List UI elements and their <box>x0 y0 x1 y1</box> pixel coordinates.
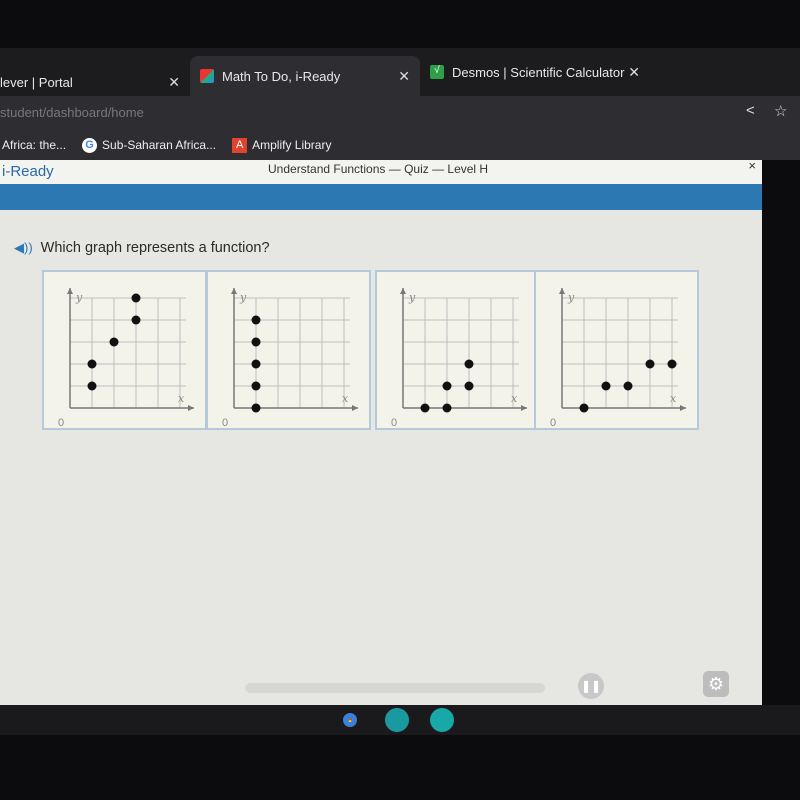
header-bar <box>0 184 762 210</box>
video-icon[interactable] <box>430 708 454 732</box>
y-axis-label: y <box>408 291 416 304</box>
data-point <box>109 337 119 347</box>
data-point <box>251 359 261 369</box>
iready-logo: i-Ready <box>2 163 54 180</box>
speaker-icon[interactable]: ◀)) <box>14 240 33 256</box>
data-point <box>251 315 261 325</box>
x-axis-arrow <box>188 405 194 411</box>
pause-button[interactable]: ❚❚ <box>578 673 604 699</box>
tab-iready[interactable]: Math To Do, i-Ready ✕ <box>190 56 420 96</box>
app-header: i-Ready Understand Functions — Quiz — Le… <box>0 158 762 184</box>
graph-2: x y 0 <box>222 288 358 429</box>
progress-bar <box>245 683 545 693</box>
graph-1: x y 0 <box>58 288 194 429</box>
answer-choice-2[interactable]: x y 0 <box>206 270 371 430</box>
x-axis-arrow <box>680 405 686 411</box>
footer-controls: ❚❚ ⚙ <box>0 665 762 705</box>
x-axis-label: x <box>342 392 349 405</box>
iready-app: i-Ready Understand Functions — Quiz — Le… <box>0 158 762 705</box>
y-axis-arrow <box>559 288 565 294</box>
bookmark-star-icon[interactable]: ☆ <box>774 102 787 120</box>
data-point <box>131 315 141 325</box>
answer-choice-3[interactable]: x y 0 <box>375 270 540 430</box>
bookmarks-bar: Africa: the... G Sub-Saharan Africa... AA… <box>0 130 800 160</box>
answer-choice-4[interactable]: x y 0 <box>534 270 699 430</box>
origin-label: 0 <box>550 417 556 429</box>
y-axis-label: y <box>239 291 247 304</box>
desmos-favicon-icon: √ <box>430 65 444 79</box>
close-tab-icon[interactable]: ✕ <box>398 68 410 85</box>
data-point <box>464 359 474 369</box>
data-point <box>87 381 97 391</box>
x-axis-arrow <box>521 405 527 411</box>
data-point <box>645 359 655 369</box>
y-axis-arrow <box>67 288 73 294</box>
data-point <box>667 359 677 369</box>
tab-label: Desmos | Scientific Calculator <box>452 64 625 80</box>
settings-gear-icon[interactable]: ⚙ <box>703 671 729 697</box>
bookmark-sub-saharan[interactable]: G Sub-Saharan Africa... <box>82 137 217 153</box>
origin-label: 0 <box>391 417 397 429</box>
url-text[interactable]: student/dashboard/home <box>0 105 144 120</box>
share-icon[interactable]: < <box>746 102 755 119</box>
y-axis-label: y <box>75 291 83 304</box>
question-text: Which graph represents a function? <box>40 240 270 256</box>
x-axis-arrow <box>352 405 358 411</box>
y-axis-label: y <box>567 291 575 304</box>
tab-strip: lever | Portal ✕ Math To Do, i-Ready ✕ √… <box>0 48 800 122</box>
y-axis-arrow <box>400 288 406 294</box>
bookmark-label: Sub-Saharan Africa... <box>102 138 217 152</box>
data-point <box>464 381 474 391</box>
bookmark-label: Amplify Library <box>252 138 332 152</box>
data-point <box>601 381 611 391</box>
close-quiz-button[interactable]: × <box>748 158 756 173</box>
x-axis-label: x <box>511 392 518 405</box>
close-tab-icon[interactable]: ✕ <box>628 64 640 81</box>
quiz-title: Understand Functions — Quiz — Level H <box>268 162 489 176</box>
meet-icon[interactable] <box>385 708 409 732</box>
graph-3: x y 0 <box>391 288 527 429</box>
data-point <box>87 359 97 369</box>
bookmark-amplify[interactable]: A Amplify Library <box>232 137 332 153</box>
origin-label: 0 <box>58 417 64 429</box>
data-point <box>623 381 633 391</box>
chrome-icon[interactable] <box>338 708 362 732</box>
data-point <box>442 403 452 413</box>
data-point <box>131 293 141 303</box>
data-point <box>251 337 261 347</box>
graph-4: x y 0 <box>550 288 686 429</box>
tab-label: lever | Portal <box>0 74 73 90</box>
bookmark-label: Africa: the... <box>2 138 67 152</box>
question: ◀)) Which graph represents a function? <box>14 240 270 256</box>
tab-desmos[interactable]: √ Desmos | Scientific Calculator ✕ <box>420 52 650 92</box>
x-axis-label: x <box>178 392 185 405</box>
iready-favicon-icon <box>200 69 214 83</box>
origin-label: 0 <box>222 417 228 429</box>
answer-choice-1[interactable]: x y 0 <box>42 270 207 430</box>
y-axis-arrow <box>231 288 237 294</box>
data-point <box>251 403 261 413</box>
close-tab-icon[interactable]: ✕ <box>168 74 180 91</box>
bookmark-africa[interactable]: Africa: the... <box>2 138 66 152</box>
data-point <box>579 403 589 413</box>
address-bar[interactable]: student/dashboard/home < ☆ <box>0 96 800 130</box>
taskbar <box>0 705 800 735</box>
amplify-icon: A <box>232 137 248 153</box>
data-point <box>442 381 452 391</box>
tab-label: Math To Do, i-Ready <box>222 68 341 84</box>
x-axis-label: x <box>670 392 677 405</box>
data-point <box>420 403 430 413</box>
data-point <box>251 381 261 391</box>
google-icon: G <box>82 137 98 153</box>
